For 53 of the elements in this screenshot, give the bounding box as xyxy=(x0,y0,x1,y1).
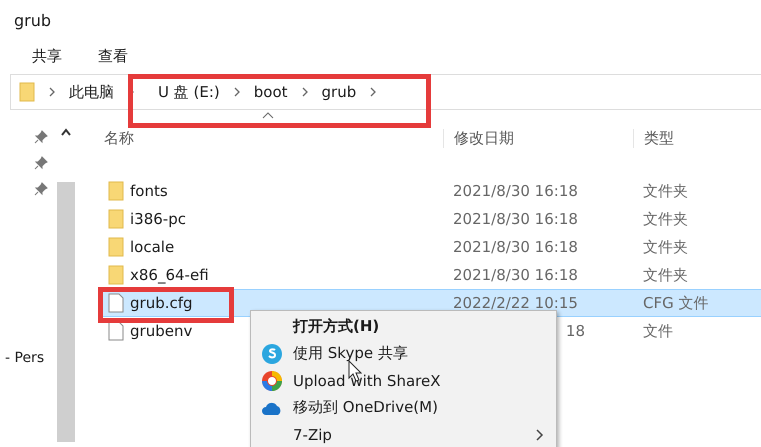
address-bar[interactable]: 此电脑 U 盘 (E:) boot grub xyxy=(10,74,761,110)
menu-item[interactable]: 移动到 OneDrive(M) xyxy=(251,394,556,421)
folder-icon xyxy=(108,237,124,257)
skype-icon xyxy=(261,342,283,364)
window-title: grub xyxy=(13,10,52,32)
scrollbar[interactable] xyxy=(57,182,75,442)
path-segment[interactable]: grub xyxy=(322,83,356,101)
file-name: x86_64-efi xyxy=(130,266,209,284)
folder-icon xyxy=(108,265,124,285)
menu-item[interactable]: 使用 Skype 共享 xyxy=(251,340,556,367)
pin-icon[interactable] xyxy=(34,130,48,144)
type-cell-text: 文件 xyxy=(642,322,674,340)
ribbon-tab[interactable]: 查看 xyxy=(98,44,128,70)
column-header[interactable]: 类型 xyxy=(633,128,761,148)
type-cell-text: CFG 文件 xyxy=(642,294,710,312)
type-cell-text: 文件夹 xyxy=(642,182,689,200)
date-cell-text: 2021/8/30 16:18 xyxy=(452,266,579,284)
pin-icon[interactable] xyxy=(34,182,48,196)
file-name: i386-pc xyxy=(130,210,186,228)
type-cell-text: 文件夹 xyxy=(642,238,689,256)
date-cell-text: 2021/8/30 16:18 xyxy=(452,182,579,200)
folder-icon xyxy=(108,181,124,201)
ribbon-tab[interactable]: 共享 xyxy=(32,44,62,70)
sort-icon[interactable] xyxy=(262,112,274,119)
type-cell-text: 文件夹 xyxy=(642,266,689,284)
file-name: grubenv xyxy=(130,322,192,340)
pin-icon[interactable] xyxy=(34,156,48,170)
date-cell-text: 18 xyxy=(564,322,586,340)
menu-item[interactable]: 7-Zip xyxy=(251,421,556,447)
file-icon xyxy=(108,321,124,341)
date-cell-text: 2021/8/30 16:18 xyxy=(452,210,579,228)
file-icon xyxy=(108,293,124,313)
sharex-icon xyxy=(261,370,283,392)
collapse-icon[interactable] xyxy=(61,128,71,136)
path-segment[interactable]: 此电脑 xyxy=(69,82,114,102)
column-header[interactable]: 名称 xyxy=(100,128,443,148)
folder-icon xyxy=(108,209,124,229)
date-cell-text: 2022/2/22 10:15 xyxy=(452,294,579,312)
path-segment[interactable]: boot xyxy=(254,83,288,101)
folder-icon xyxy=(19,82,35,102)
date-cell-text: 2021/8/30 16:18 xyxy=(452,238,579,256)
nav-item[interactable]: - Pers xyxy=(5,350,44,366)
column-header[interactable]: 修改日期 xyxy=(443,128,633,148)
path-segment[interactable]: U 盘 (E:) xyxy=(158,82,220,102)
chevron-icon[interactable] xyxy=(49,87,55,97)
file-name: locale xyxy=(130,238,174,256)
menu-item[interactable]: 打开方式(H) xyxy=(251,313,556,340)
file-name: grub.cfg xyxy=(130,294,193,312)
chevron-icon[interactable] xyxy=(234,87,240,97)
type-cell-text: 文件夹 xyxy=(642,210,689,228)
file-name: fonts xyxy=(130,182,168,200)
chevron-icon[interactable] xyxy=(370,87,376,97)
chevron-icon[interactable] xyxy=(302,87,308,97)
